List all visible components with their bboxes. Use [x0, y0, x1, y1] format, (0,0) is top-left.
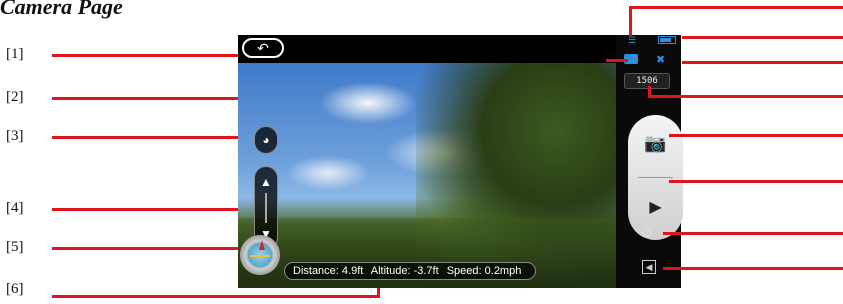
callout-line-exit [663, 267, 843, 270]
back-arrow-icon: ↶ [257, 40, 269, 56]
callout-line-1 [52, 54, 238, 57]
callout-line-battery [682, 36, 843, 39]
distance-readout: Distance: 4.9ft [293, 265, 364, 277]
drone-icon[interactable]: ✖ [656, 53, 665, 66]
compass-icon[interactable] [240, 235, 280, 275]
callout-label-4: [4] [6, 200, 24, 216]
callout-line-wifi [629, 6, 843, 9]
callout-label-3: [3] [6, 128, 24, 144]
callout-label-2: [2] [6, 89, 24, 105]
callout-line-wifi-vertical [629, 8, 632, 36]
speed-readout: Speed: 0.2mph [446, 265, 522, 277]
callout-line-photo [669, 134, 843, 137]
telemetry-bar: Distance: 4.9ft Altitude: -3.7ft Speed: … [284, 262, 536, 280]
camera-screen: ↶ ◕ ▲ ▼ Distance: 4.9ft Altitude: -3.7ft… [238, 35, 683, 288]
photo-counter: 1506 [624, 73, 670, 89]
gimbal-reset-button[interactable]: ◕ [254, 126, 278, 154]
callout-line-message [606, 59, 628, 62]
video-camera-icon[interactable]: ▶ [628, 197, 683, 217]
battery-icon [658, 36, 676, 44]
back-button[interactable]: ↶ [242, 38, 284, 58]
callout-line-counter [648, 95, 843, 98]
callout-line-6 [52, 295, 380, 298]
callout-label-5: [5] [6, 239, 24, 255]
top-bar: ↶ [238, 35, 616, 63]
exit-icon[interactable]: ◀ [642, 260, 656, 274]
callout-label-1: [1] [6, 46, 24, 62]
callout-line-4 [52, 208, 256, 211]
callout-line-5 [52, 247, 252, 250]
callout-line-drone [682, 61, 843, 64]
camera-viewfinder [238, 63, 616, 288]
capture-divider [638, 177, 673, 178]
callout-line-settings [663, 232, 843, 235]
control-panel: ☰ ✖ 1506 📷 ▶ ⚙ ◀ [616, 35, 683, 288]
gimbal-reset-icon: ◕ [262, 133, 270, 147]
compass-crosshair [250, 255, 270, 257]
altitude-readout: Altitude: -3.7ft [370, 265, 439, 277]
page-title: Camera Page [0, 0, 123, 19]
wifi-icon: ☰ [628, 35, 637, 45]
compass-needle [259, 240, 265, 250]
gear-icon[interactable]: ⚙ [640, 223, 653, 241]
slider-track[interactable] [265, 193, 267, 223]
callout-label-6: [6] [6, 281, 24, 297]
callout-line-2 [52, 97, 256, 100]
callout-line-video [669, 180, 843, 183]
callout-line-3 [52, 136, 256, 139]
arrow-up-icon[interactable]: ▲ [255, 175, 277, 189]
